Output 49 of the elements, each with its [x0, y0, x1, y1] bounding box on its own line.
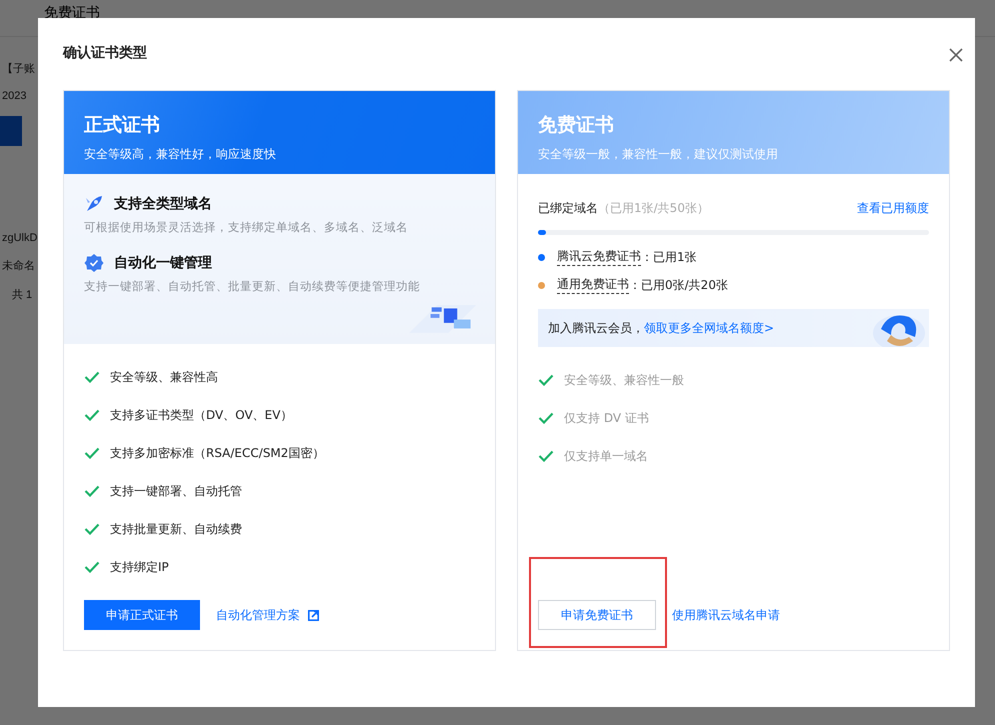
background-text: 2023 [2, 90, 26, 102]
legend-value: ：已用1张 [641, 248, 697, 266]
check-icon [84, 561, 100, 573]
management-plan-link[interactable]: 自动化管理方案 [216, 606, 300, 624]
card-title: 免费证书 [538, 113, 615, 138]
promo-text: 加入腾讯云会员， [548, 320, 644, 336]
feature-item: 支持多证书类型（DV、OV、EV） [110, 406, 292, 424]
check-icon [538, 450, 554, 462]
check-icon [84, 409, 100, 421]
card-subtitle: 安全等级一般，兼容性一般，建议仅测试使用 [538, 146, 779, 163]
promo-link[interactable]: 领取更多全网域名额度> [644, 320, 774, 336]
quota-count: （已用1张/共50张） [598, 200, 709, 217]
check-icon [538, 374, 554, 386]
background-text: 未命名 [2, 259, 35, 273]
view-usage-link[interactable]: 查看已用额度 [857, 200, 929, 217]
external-link-icon [308, 610, 319, 620]
feature-item: 仅支持单一域名 [564, 448, 648, 464]
background-text: 共 1 [11, 288, 32, 302]
feature-item: 安全等级、兼容性高 [110, 368, 218, 386]
legend-value: ：已用0张/共20张 [629, 276, 728, 294]
domain-apply-link[interactable]: 使用腾讯云域名申请 [672, 606, 780, 624]
apply-button[interactable]: 申请免费证书 [538, 600, 656, 630]
feature-description: 支持一键部署、自动托管、批量更新、自动续费等便捷管理功能 [84, 279, 421, 294]
rocket-icon [84, 194, 104, 214]
close-button[interactable] [949, 48, 963, 62]
check-icon [84, 485, 100, 497]
check-icon [84, 371, 100, 383]
feature-title: 自动化一键管理 [114, 254, 212, 272]
feature-item: 安全等级、兼容性一般 [564, 372, 684, 388]
feature-item: 支持绑定IP [110, 558, 169, 576]
quota-label: 已绑定域名 [538, 200, 598, 217]
apply-button[interactable]: 申请正式证书 [84, 600, 200, 630]
check-icon [84, 447, 100, 459]
legend-label[interactable]: 腾讯云免费证书 [557, 248, 641, 266]
check-icon [84, 523, 100, 535]
legend-label[interactable]: 通用免费证书 [557, 276, 629, 294]
background-text: zgUlkD [2, 232, 38, 244]
dialog-title: 确认证书类型 [63, 44, 148, 63]
check-icon [538, 412, 554, 424]
badge-check-icon [84, 253, 104, 273]
feature-item: 支持批量更新、自动续费 [110, 520, 242, 538]
feature-title: 支持全类型域名 [114, 195, 212, 213]
feature-description: 可根据使用场景灵活选择，支持绑定单域名、多域名、泛域名 [84, 220, 409, 235]
feature-item: 支持一键部署、自动托管 [110, 482, 242, 500]
feature-item: 仅支持 DV 证书 [564, 410, 649, 426]
background-text: 【子账 [2, 62, 35, 76]
card-subtitle: 安全等级高，兼容性好，响应速度快 [84, 146, 277, 163]
feature-item: 支持多加密标准（RSA/ECC/SM2国密） [110, 444, 324, 462]
card-title: 正式证书 [84, 113, 161, 138]
